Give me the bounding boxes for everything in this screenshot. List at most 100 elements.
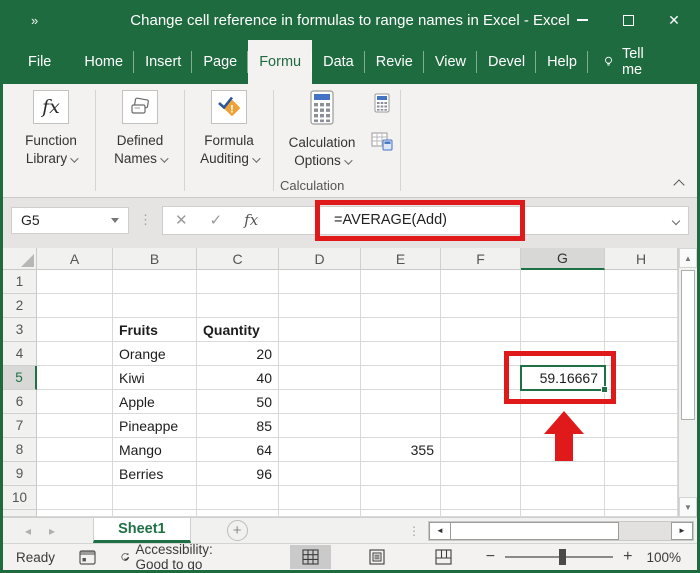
cell-E9[interactable] [361, 462, 441, 486]
cell-C2[interactable] [197, 294, 279, 318]
cell-A6[interactable] [37, 390, 113, 414]
row-header-7[interactable]: 7 [3, 414, 37, 438]
cell-A1[interactable] [37, 270, 113, 294]
row-header-2[interactable]: 2 [3, 294, 37, 318]
cell-C5[interactable]: 40 [197, 366, 279, 390]
scroll-left-icon[interactable]: ◄ [429, 521, 451, 540]
horizontal-scrollbar[interactable]: ◄ ► [428, 520, 694, 541]
cell-G6[interactable] [521, 390, 605, 414]
cell-E10[interactable] [361, 486, 441, 510]
cell-D9[interactable] [279, 462, 361, 486]
tab-page[interactable]: Page [192, 40, 249, 84]
scroll-right-icon[interactable]: ► [671, 521, 693, 540]
cell-A7[interactable] [37, 414, 113, 438]
page-break-preview-button[interactable] [423, 545, 464, 569]
cell-H10[interactable] [605, 486, 678, 510]
cell-A3[interactable] [37, 318, 113, 342]
row-header-5[interactable]: 5 [3, 366, 37, 390]
cell-C10[interactable] [197, 486, 279, 510]
tab-formu[interactable]: Formu [248, 40, 313, 84]
zoom-slider-thumb[interactable] [559, 549, 567, 565]
cell-G1[interactable] [521, 270, 605, 294]
cell-B4[interactable]: Orange [113, 342, 197, 366]
cell-B7[interactable]: Pineappe [113, 414, 197, 438]
cell-E1[interactable] [361, 270, 441, 294]
column-header-C[interactable]: C [197, 248, 279, 270]
calculate-sheet-button[interactable] [370, 130, 394, 152]
row-header-1[interactable]: 1 [3, 270, 37, 294]
cell-G8[interactable] [521, 438, 605, 462]
cell-G9[interactable] [521, 462, 605, 486]
cell-D6[interactable] [279, 390, 361, 414]
cell-B10[interactable] [113, 486, 197, 510]
formula-bar[interactable]: ✕ ✓ fx =AVERAGE(Add) [162, 199, 689, 241]
cell-F5[interactable] [441, 366, 521, 390]
minimize-button[interactable] [559, 0, 605, 40]
cell-E4[interactable] [361, 342, 441, 366]
quick-access-toolbar-icon[interactable]: » [31, 13, 38, 28]
previous-sheet-icon[interactable]: ◂ [25, 524, 31, 538]
cell-D11[interactable] [279, 510, 361, 517]
cell-H8[interactable] [605, 438, 678, 462]
cell-H6[interactable] [605, 390, 678, 414]
formula-auditing-button[interactable]: ! Formula Auditing [193, 90, 265, 167]
name-box[interactable]: G5 [11, 206, 129, 234]
cell-C3[interactable]: Quantity [197, 318, 279, 342]
cell-G10[interactable] [521, 486, 605, 510]
accessibility-status[interactable]: Accessibility: Good to go [120, 542, 222, 572]
cell-C7[interactable]: 85 [197, 414, 279, 438]
zoom-slider[interactable] [505, 549, 614, 565]
calculate-now-button[interactable] [370, 92, 394, 114]
vertical-scrollbar[interactable]: ▲ ▼ [678, 248, 697, 517]
cell-A9[interactable] [37, 462, 113, 486]
column-header-H[interactable]: H [605, 248, 678, 270]
insert-function-button[interactable]: fx [244, 211, 258, 229]
cell-D7[interactable] [279, 414, 361, 438]
cell-G3[interactable] [521, 318, 605, 342]
vertical-scroll-thumb[interactable] [681, 270, 695, 420]
row-header-6[interactable]: 6 [3, 390, 37, 414]
new-sheet-button[interactable]: + [226, 520, 248, 541]
cell-B3[interactable]: Fruits [113, 318, 197, 342]
cell-B8[interactable]: Mango [113, 438, 197, 462]
tab-home[interactable]: Home [73, 40, 134, 84]
row-header-3[interactable]: 3 [3, 318, 37, 342]
horizontal-scroll-thumb[interactable] [451, 521, 619, 540]
column-header-D[interactable]: D [279, 248, 361, 270]
next-sheet-icon[interactable]: ▸ [49, 524, 55, 538]
cell-G4[interactable] [521, 342, 605, 366]
select-all-corner[interactable] [3, 248, 37, 270]
tab-revie[interactable]: Revie [365, 40, 424, 84]
tab-file[interactable]: File [17, 40, 73, 84]
normal-view-button[interactable] [289, 545, 331, 569]
cell-C9[interactable]: 96 [197, 462, 279, 486]
cell-E7[interactable] [361, 414, 441, 438]
zoom-percentage[interactable]: 100% [646, 550, 681, 565]
cell-D8[interactable] [279, 438, 361, 462]
macro-record-button[interactable] [79, 549, 96, 565]
name-box-dropdown-icon[interactable] [111, 217, 119, 223]
zoom-out-button[interactable]: − [486, 548, 495, 566]
cell-F1[interactable] [441, 270, 521, 294]
cell-B9[interactable]: Berries [113, 462, 197, 486]
close-button[interactable]: ✕ [651, 0, 697, 40]
cell-D10[interactable] [279, 486, 361, 510]
cell-A2[interactable] [37, 294, 113, 318]
cell-D1[interactable] [279, 270, 361, 294]
cell-G7[interactable] [521, 414, 605, 438]
cell-G5[interactable]: 59.16667 [521, 366, 605, 390]
cell-F8[interactable] [441, 438, 521, 462]
cell-A8[interactable] [37, 438, 113, 462]
tab-insert[interactable]: Insert [134, 40, 193, 84]
tab-data[interactable]: Data [312, 40, 365, 84]
cell-E3[interactable] [361, 318, 441, 342]
cell-E6[interactable] [361, 390, 441, 414]
column-header-F[interactable]: F [441, 248, 521, 270]
tell-me-button[interactable]: Tell me [604, 40, 650, 84]
cell-D4[interactable] [279, 342, 361, 366]
sheet-tab-sheet1[interactable]: Sheet1 [93, 518, 191, 543]
cell-H4[interactable] [605, 342, 678, 366]
maximize-button[interactable] [605, 0, 651, 40]
cell-F7[interactable] [441, 414, 521, 438]
cell-D2[interactable] [279, 294, 361, 318]
